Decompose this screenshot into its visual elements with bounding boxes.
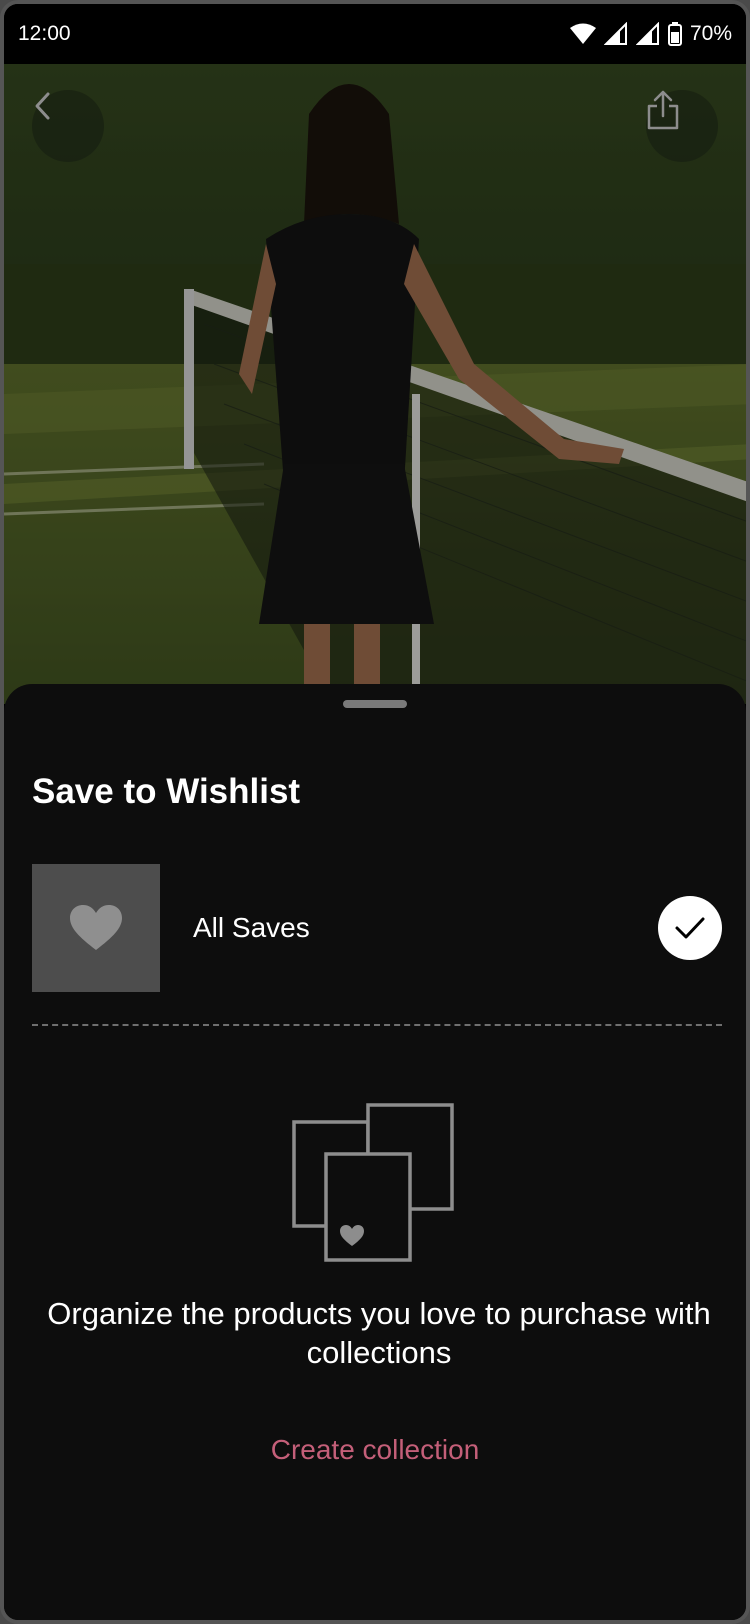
save-to-wishlist-sheet: Save to Wishlist All Saves Organize the … — [4, 684, 746, 1620]
image-dim-overlay — [4, 64, 746, 704]
status-icons: 70% — [569, 22, 732, 46]
selected-check[interactable] — [658, 896, 722, 960]
collection-row-all-saves[interactable]: All Saves — [32, 864, 722, 992]
signal-icon — [603, 22, 627, 45]
battery-icon — [667, 22, 682, 46]
status-time: 12:00 — [18, 22, 71, 45]
collection-label: All Saves — [193, 912, 310, 943]
check-icon — [675, 917, 705, 939]
dashed-divider — [32, 1024, 722, 1026]
status-bar: 12:00 70% — [4, 4, 746, 64]
back-button[interactable] — [32, 90, 104, 162]
product-image — [4, 64, 746, 704]
share-icon — [647, 90, 679, 130]
share-button[interactable] — [646, 90, 718, 162]
signal-icon-2 — [635, 22, 659, 45]
empty-collections-message: Organize the products you love to purcha… — [47, 1296, 711, 1370]
collection-thumbnail — [32, 864, 160, 992]
sheet-title: Save to Wishlist — [32, 772, 301, 811]
battery-percent: 70% — [689, 22, 732, 45]
device-frame: 12:00 70% Save to Wishlist All Saves Org… — [0, 0, 750, 1624]
create-collection-button[interactable]: Create collection — [4, 1434, 746, 1466]
collections-icon — [292, 1103, 454, 1262]
heart-icon — [70, 905, 122, 950]
chevron-left-icon — [35, 92, 50, 120]
sheet-drag-handle[interactable] — [343, 700, 407, 708]
wifi-icon — [569, 23, 596, 44]
